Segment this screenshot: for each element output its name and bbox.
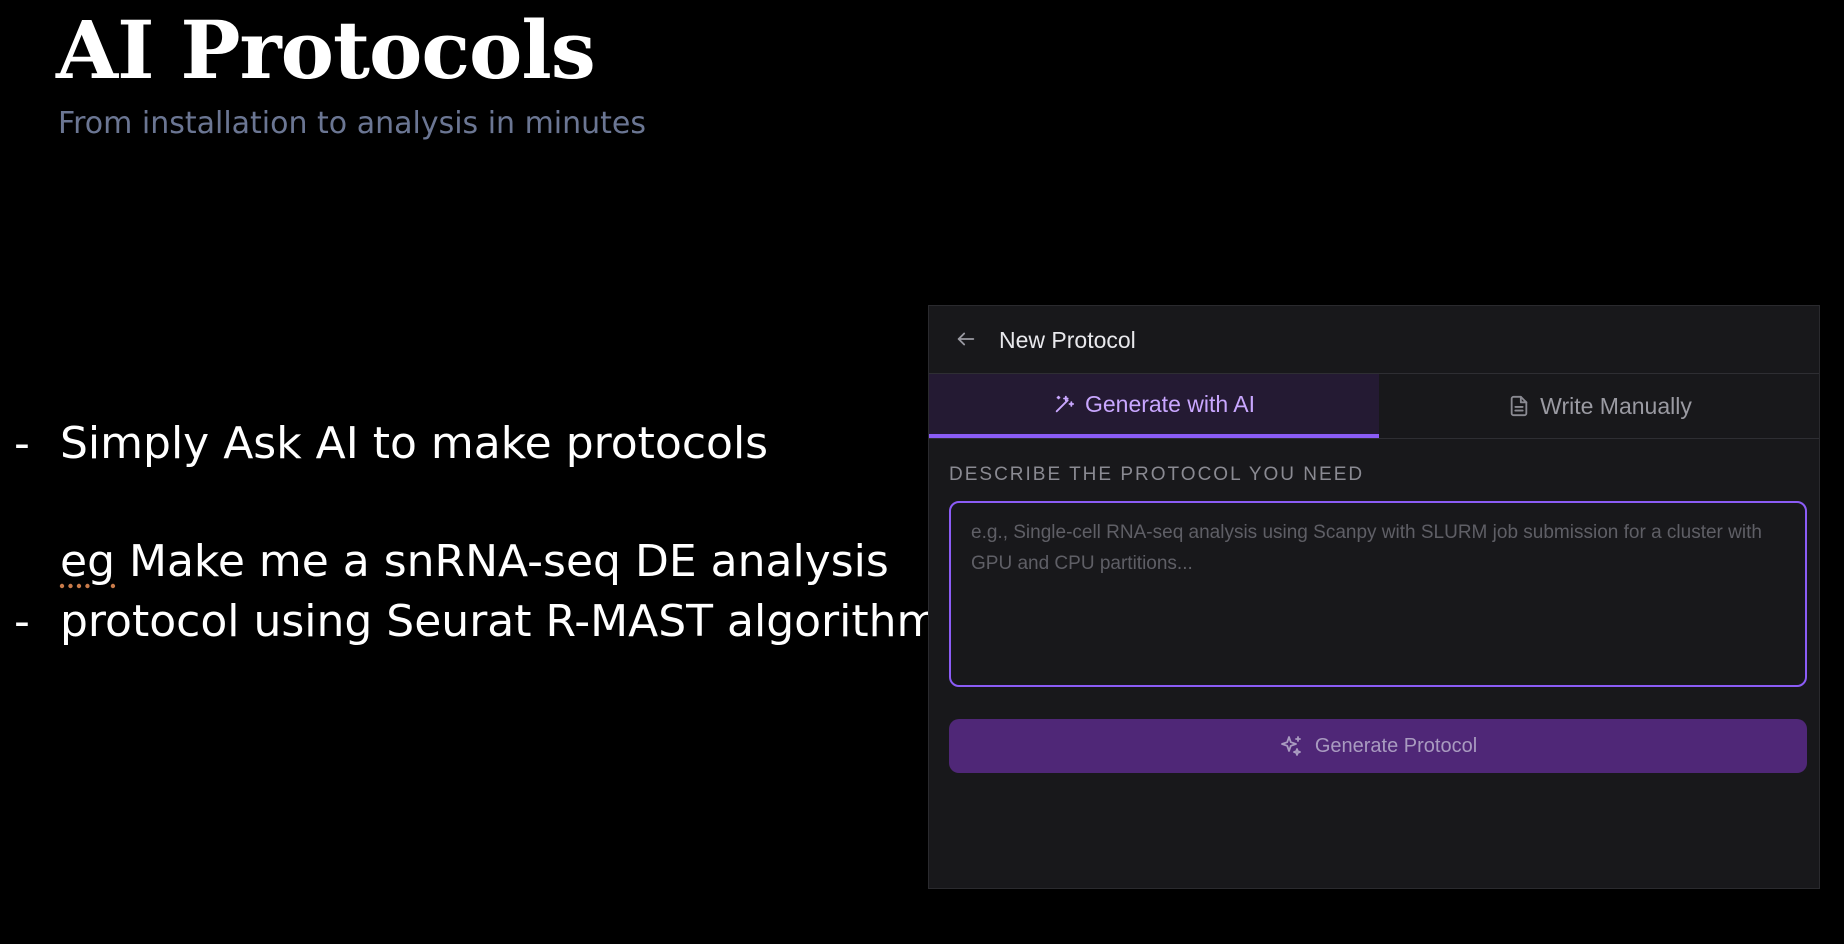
tab-generate-with-ai[interactable]: Generate with AI xyxy=(929,374,1379,438)
generate-protocol-button[interactable]: Generate Protocol xyxy=(949,719,1807,773)
arrow-left-icon[interactable] xyxy=(955,328,977,350)
new-protocol-panel: New Protocol Generate with AI Write Manu… xyxy=(928,305,1820,889)
bullet-marker: - xyxy=(14,418,30,469)
panel-header: New Protocol xyxy=(929,306,1819,374)
slide-title: AI Protocols xyxy=(56,3,596,97)
protocol-description-input[interactable] xyxy=(949,501,1807,687)
tab-label: Generate with AI xyxy=(1084,390,1256,417)
bullet-text: Simply Ask AI to make protocols xyxy=(60,418,769,469)
document-icon xyxy=(1510,395,1528,417)
bullet-text-line-1: eg Make me a snRNA-seq DE analysis xyxy=(60,536,889,587)
magic-wand-icon xyxy=(1055,395,1075,413)
generate-button-label: Generate Protocol xyxy=(1314,734,1478,757)
panel-title: New Protocol xyxy=(999,327,1136,353)
sparkles-icon xyxy=(1280,736,1301,756)
bullet-marker: - xyxy=(14,596,30,647)
protocol-mode-tabs: Generate with AI Write Manually xyxy=(929,374,1819,439)
slide-subtitle: From installation to analysis in minutes xyxy=(58,106,647,141)
prompt-field-label: DESCRIBE THE PROTOCOL YOU NEED xyxy=(949,464,1365,485)
bullet-text-line-2: protocol using Seurat R-MAST algorithm xyxy=(60,596,940,647)
tab-label: Write Manually xyxy=(1540,392,1692,419)
tab-write-manually[interactable]: Write Manually xyxy=(1379,374,1821,438)
